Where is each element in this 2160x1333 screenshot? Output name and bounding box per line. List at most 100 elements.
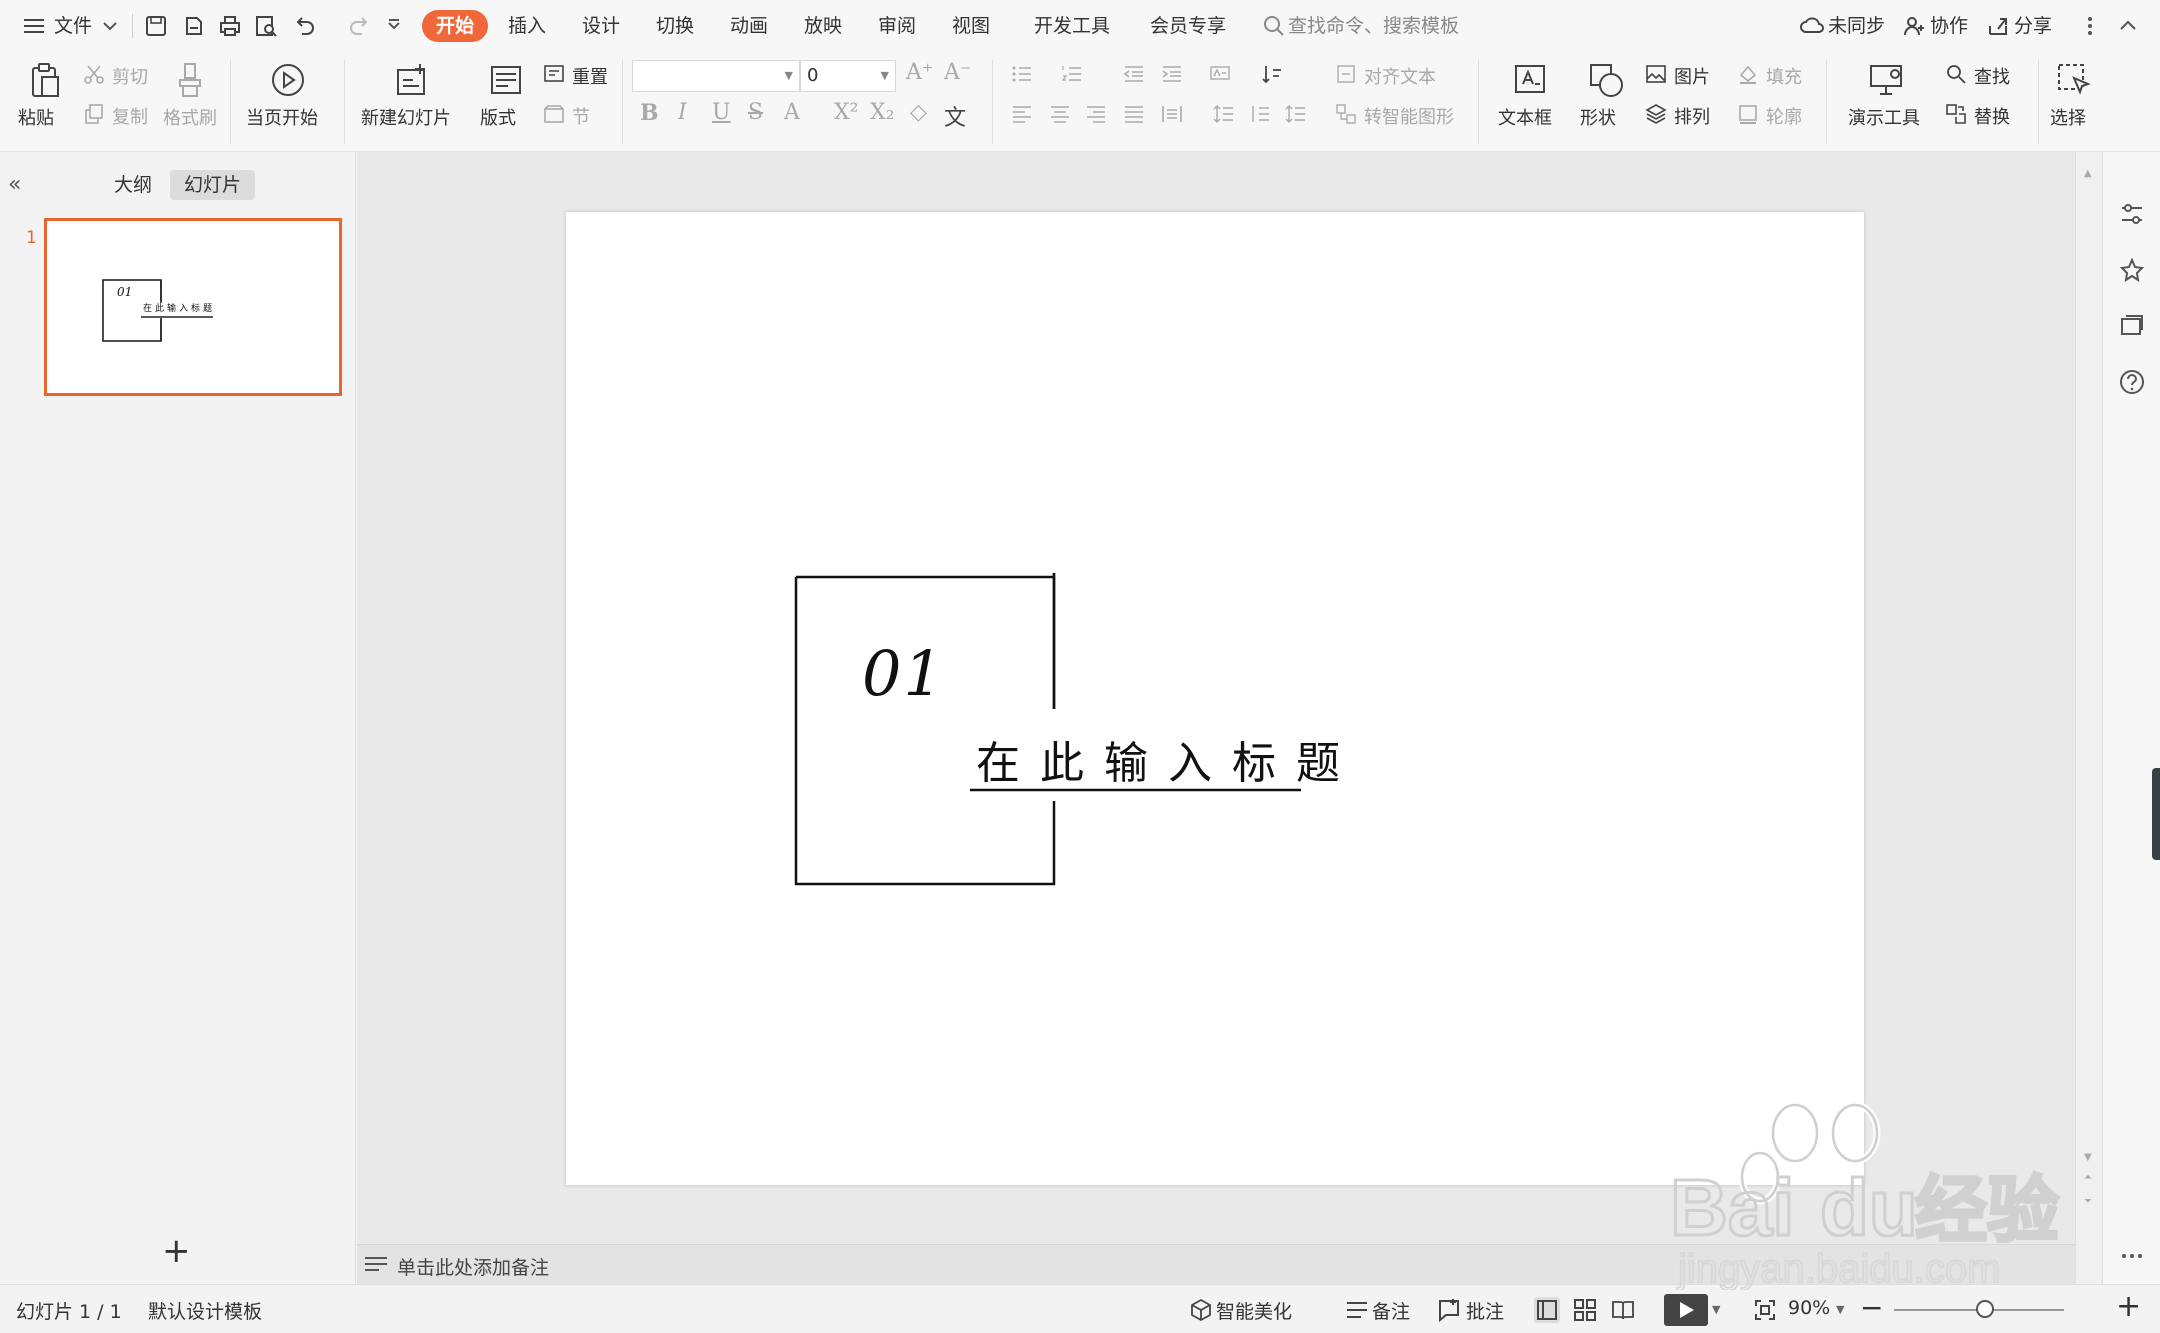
new-slide-icon[interactable] (392, 60, 432, 100)
vertical-scrollbar[interactable]: ▲ ▼ ⏶ ⏷ (2075, 152, 2102, 1284)
export-pdf-icon[interactable] (180, 12, 208, 40)
tab-animations[interactable]: 动画 (722, 10, 776, 42)
tab-design[interactable]: 设计 (574, 10, 628, 42)
copy-button[interactable]: 复制 (112, 103, 148, 129)
numbered-list-icon[interactable] (1060, 62, 1084, 86)
layout-button[interactable]: 版式 (480, 104, 516, 130)
bold-icon[interactable]: B (640, 100, 659, 126)
line-spacing-icon[interactable] (1212, 102, 1236, 126)
line-spacing-sort-icon[interactable] (1260, 62, 1284, 86)
collapse-panel-icon[interactable]: « (8, 172, 21, 197)
fill-icon[interactable] (1736, 62, 1760, 86)
replace-button[interactable]: 替换 (1974, 103, 2010, 129)
layout-icon[interactable] (486, 60, 526, 100)
prev-slide-icon[interactable]: ⏶ (2084, 1172, 2092, 1183)
tab-transitions[interactable]: 切换 (648, 10, 702, 42)
subscript-icon[interactable]: X₂ (870, 100, 894, 125)
select-button[interactable]: 选择 (2050, 104, 2086, 130)
reset-button[interactable]: 重置 (572, 63, 608, 89)
more-icon[interactable] (2118, 1242, 2146, 1270)
notes-placeholder[interactable]: 单击此处添加备注 (397, 1253, 549, 1280)
tab-insert[interactable]: 插入 (500, 10, 554, 42)
collaborate-icon[interactable] (1900, 12, 1928, 40)
design-template-name[interactable]: 默认设计模板 (148, 1297, 262, 1324)
play-circle-icon[interactable] (268, 60, 308, 100)
zoom-slider-thumb[interactable] (1976, 1300, 1994, 1318)
fill-button[interactable]: 填充 (1766, 63, 1802, 89)
paste-button[interactable]: 粘贴 (18, 104, 54, 130)
sync-status[interactable]: 未同步 (1828, 9, 1885, 43)
tab-outline[interactable]: 大纲 (100, 170, 166, 200)
tab-home[interactable]: 开始 (422, 10, 489, 42)
more-options-icon[interactable] (2076, 12, 2104, 40)
zoom-level[interactable]: 90% (1788, 1297, 1830, 1319)
font-name-select[interactable]: ▼ (632, 60, 800, 92)
collaborate-button[interactable]: 协作 (1930, 9, 1968, 43)
tab-review[interactable]: 审阅 (870, 10, 924, 42)
superscript-icon[interactable]: X² (834, 100, 858, 125)
align-right-icon[interactable] (1084, 102, 1108, 126)
fit-window-icon[interactable] (1752, 1297, 1778, 1323)
slide-thumbnail[interactable]: 01 在此输入标题 (44, 218, 342, 396)
collapse-ribbon-icon[interactable] (2114, 12, 2142, 40)
print-preview-icon[interactable] (252, 12, 280, 40)
phonetic-guide-icon[interactable]: 文 (944, 100, 966, 132)
next-slide-icon[interactable]: ⏷ (2084, 1196, 2092, 1207)
picture-icon[interactable] (1644, 62, 1668, 86)
section-icon[interactable] (542, 102, 566, 126)
side-handle-tab[interactable] (2152, 768, 2160, 860)
slide-title[interactable]: 在此输入标题 (976, 727, 1360, 791)
text-direction-icon[interactable] (1208, 62, 1232, 86)
zoom-in-button[interactable]: + (2116, 1289, 2141, 1324)
add-slide-button[interactable]: + (162, 1234, 191, 1268)
shape-button[interactable]: 形状 (1580, 104, 1616, 130)
text-box-icon[interactable] (1510, 60, 1550, 100)
bullet-list-icon[interactable] (1010, 62, 1034, 86)
distribute-icon[interactable] (1160, 102, 1184, 126)
new-slide-button[interactable]: 新建幻灯片 (361, 104, 451, 130)
find-button[interactable]: 查找 (1974, 63, 2010, 89)
presentation-tools-button[interactable]: 演示工具 (1848, 104, 1920, 130)
scissors-icon[interactable] (82, 62, 106, 86)
format-painter-button[interactable]: 格式刷 (163, 104, 217, 130)
paragraph-spacing-icon[interactable] (1248, 102, 1272, 126)
outline-icon[interactable] (1736, 102, 1760, 126)
picture-button[interactable]: 图片 (1674, 63, 1710, 89)
notes-bar[interactable]: 单击此处添加备注 (357, 1244, 2075, 1284)
command-search-input[interactable]: 查找命令、搜索模板 (1288, 9, 1459, 43)
save-icon[interactable] (142, 12, 170, 40)
cut-button[interactable]: 剪切 (112, 63, 148, 89)
arrange-icon[interactable] (1644, 102, 1668, 126)
title-frame-shape[interactable] (566, 212, 1864, 1185)
slide-sorter-icon[interactable] (1572, 1297, 1598, 1323)
presentation-tools-icon[interactable] (1866, 60, 1906, 100)
share-button[interactable]: 分享 (2014, 9, 2052, 43)
tab-slides[interactable]: 幻灯片 (170, 170, 256, 200)
font-size-select[interactable]: 0 ▼ (800, 60, 896, 92)
decrease-font-icon[interactable]: A⁻ (944, 60, 972, 85)
shape-icon[interactable] (1586, 60, 1626, 100)
find-icon[interactable] (1944, 62, 1968, 86)
increase-font-icon[interactable]: A⁺ (906, 60, 934, 85)
reset-icon[interactable] (542, 62, 566, 86)
star-icon[interactable] (2118, 256, 2146, 284)
tab-member[interactable]: 会员专享 (1142, 10, 1234, 42)
paste-icon[interactable] (24, 60, 64, 100)
decrease-indent-icon[interactable] (1122, 62, 1146, 86)
convert-smart-graphic-button[interactable]: 转智能图形 (1364, 103, 1454, 129)
smart-beautify-icon[interactable] (1188, 1297, 1214, 1323)
align-center-icon[interactable] (1048, 102, 1072, 126)
chevron-down-icon[interactable]: ▼ (1836, 1303, 1844, 1316)
tab-developer[interactable]: 开发工具 (1026, 10, 1118, 42)
play-slideshow-button[interactable] (1664, 1294, 1708, 1326)
column-spacing-icon[interactable] (1284, 102, 1308, 126)
slide-canvas[interactable]: 01 在此输入标题 (566, 212, 1864, 1185)
reading-view-icon[interactable] (1610, 1297, 1636, 1323)
align-left-icon[interactable] (1010, 102, 1034, 126)
redo-icon[interactable] (346, 12, 374, 40)
zoom-out-button[interactable]: − (1860, 1291, 1883, 1324)
smart-beautify-button[interactable]: 智能美化 (1216, 1297, 1292, 1324)
scroll-up-icon[interactable]: ▲ (2084, 168, 2092, 179)
copy-icon[interactable] (82, 102, 106, 126)
undo-icon[interactable] (290, 12, 318, 40)
